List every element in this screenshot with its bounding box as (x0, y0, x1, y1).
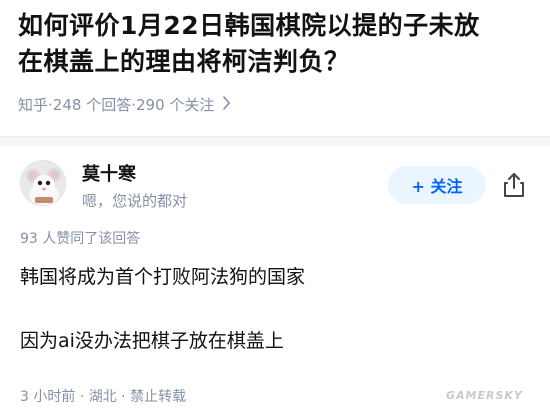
follow-button[interactable]: + 关注 (388, 166, 486, 204)
site-watermark: GAMERSKY (446, 389, 523, 402)
author-avatar[interactable] (20, 160, 66, 206)
post-location: 湖北 (88, 389, 117, 405)
meta-separator: · (79, 389, 89, 405)
section-divider (0, 136, 550, 146)
share-icon[interactable] (500, 170, 528, 200)
answer-count: 248 个回答 (52, 96, 132, 114)
source-label: 知乎 (18, 96, 49, 114)
author-bio: 嗯，您说的都对 (82, 192, 188, 210)
chevron-right-icon (222, 95, 231, 114)
answer-footer-meta: 3 小时前 · 湖北 · 禁止转载 (20, 386, 186, 406)
author-name[interactable]: 莫十寒 (82, 160, 136, 186)
answer-paragraph: 韩国将成为首个打败阿法狗的国家 (20, 266, 306, 288)
answer-paragraph: 因为ai没办法把棋子放在棋盖上 (20, 330, 284, 352)
meta-separator: · (121, 389, 131, 405)
upvote-info: 93 人赞同了该回答 (20, 231, 141, 247)
post-time: 3 小时前 (20, 389, 76, 405)
mouse-avatar-icon (21, 161, 65, 205)
question-meta[interactable]: 知乎 · 248 个回答 · 290 个关注 (18, 94, 231, 115)
question-title: 如何评价1月22日韩国棋院以提的子未放在棋盖上的理由将柯洁判负？ (18, 11, 480, 76)
follower-count: 290 个关注 (135, 96, 215, 114)
repost-policy: 禁止转载 (130, 389, 187, 405)
